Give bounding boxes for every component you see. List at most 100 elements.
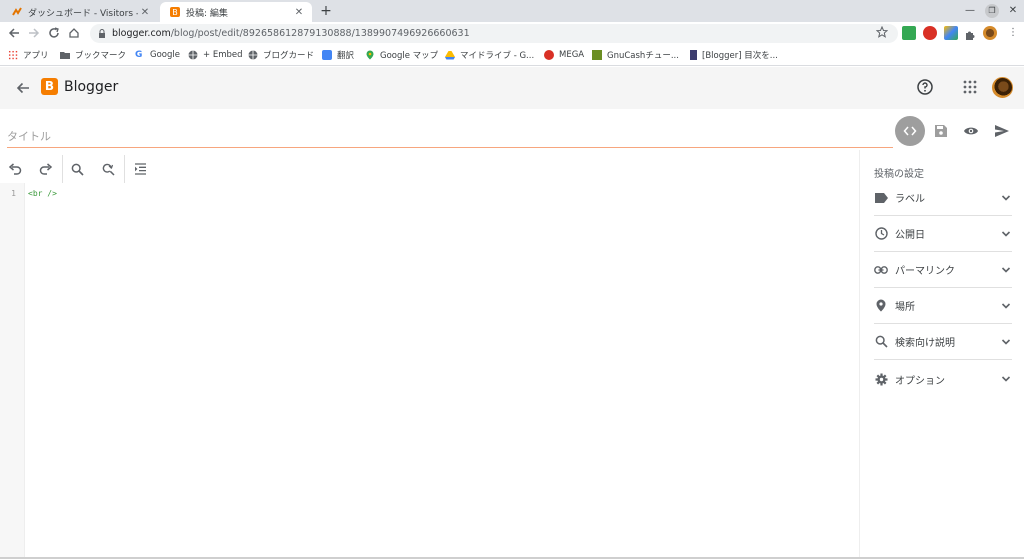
bookmark-embed[interactable]: + Embed (188, 48, 243, 62)
bookmark-gnucash[interactable]: GnuCashチュー... (592, 48, 679, 62)
forward-icon[interactable] (26, 25, 42, 41)
preview-button[interactable] (962, 122, 980, 140)
home-icon[interactable] (66, 25, 82, 41)
close-icon[interactable]: ✕ (292, 7, 306, 18)
bookmark-star-icon[interactable] (876, 26, 888, 38)
bookmark-apps[interactable]: アプリ (8, 48, 49, 62)
bookmark-folder[interactable]: ブックマーク (60, 48, 126, 62)
html-code-editor[interactable]: <br /> (28, 189, 57, 198)
url-host: blogger.com (112, 28, 171, 39)
bookmark-label: MEGA (559, 50, 585, 60)
globe-icon (188, 50, 198, 60)
toolbar-divider (124, 155, 125, 183)
minimize-icon[interactable]: — (960, 2, 980, 20)
translate-icon (322, 50, 332, 60)
checkmark-extension-icon[interactable] (902, 26, 916, 40)
undo-icon (8, 163, 22, 175)
bookmark-blogger-toc[interactable]: [Blogger] 目次を... (690, 48, 778, 62)
restore-icon[interactable]: ❐ (982, 2, 1002, 20)
help-icon[interactable] (916, 78, 934, 96)
bookmark-drive[interactable]: マイドライブ - G... (445, 48, 534, 62)
apps-grid-icon[interactable] (963, 80, 977, 94)
bookmark-maps[interactable]: Google マップ (365, 48, 438, 62)
link-icon (874, 263, 888, 277)
sidebar-item-publish-date[interactable]: 公開日 (874, 216, 1012, 252)
indent-icon (134, 163, 146, 175)
chevron-down-icon (1001, 338, 1011, 345)
sidebar-item-search-description[interactable]: 検索向け説明 (874, 324, 1012, 360)
globe-icon (248, 50, 258, 60)
lock-icon (99, 29, 105, 38)
post-settings-sidebar: 投稿の設定 ラベル 公開日 パーマリンク 場所 検索向け説明 オプション (859, 150, 1024, 559)
bookmark-google[interactable]: G Google (135, 48, 180, 62)
drive-extension-icon[interactable] (944, 26, 958, 40)
bookmark-translate[interactable]: 翻訳 (322, 48, 354, 62)
drive-icon (445, 51, 455, 60)
bookmark-label: GnuCashチュー... (607, 51, 679, 61)
label-icon (874, 191, 888, 205)
post-title-input[interactable] (7, 126, 893, 148)
chevron-down-icon (1001, 194, 1011, 201)
close-icon[interactable]: ✕ (138, 7, 152, 18)
mega-extension-icon[interactable] (923, 26, 937, 40)
menu-dots-icon[interactable]: ⋮ (1006, 26, 1020, 40)
bookmark-label: ブックマーク (75, 51, 127, 61)
apps-grid-icon (8, 50, 18, 60)
reload-icon[interactable] (46, 25, 62, 41)
gear-icon (874, 372, 888, 386)
new-tab-button[interactable]: + (318, 2, 334, 20)
search-icon (71, 163, 84, 176)
publish-button[interactable] (993, 122, 1011, 140)
sidebar-item-label: ラベル (895, 194, 925, 205)
gnucash-icon (592, 50, 602, 60)
save-button[interactable] (932, 122, 950, 140)
folder-icon (60, 52, 70, 59)
sidebar-item-label: パーマリンク (895, 266, 955, 277)
bookmark-mega[interactable]: MEGA (544, 48, 584, 62)
line-number-gutter: 1 (0, 183, 25, 559)
bookmark-label: + Embed (203, 50, 243, 60)
address-bar[interactable]: blogger.com/blog/post/edit/8926586128791… (90, 24, 898, 43)
tab-post-edit[interactable]: B 投稿: 編集 ✕ (160, 2, 312, 22)
puzzle-icon[interactable] (964, 26, 978, 40)
mega-icon (544, 50, 554, 60)
redo-icon (39, 163, 53, 175)
google-icon: G (135, 50, 143, 60)
html-view-toggle[interactable] (895, 116, 925, 146)
sidebar-item-location[interactable]: 場所 (874, 288, 1012, 324)
url-path: /blog/post/edit/8926586128791308​88/1389… (170, 28, 470, 39)
sidebar-item-labels[interactable]: ラベル (874, 180, 1012, 216)
app-brand: Blogger (64, 79, 119, 95)
tab-dashboard[interactable]: ダッシュボード - Visitors - Vis ✕ (2, 2, 158, 22)
avatar[interactable] (992, 77, 1013, 98)
format-indent-button[interactable] (131, 160, 149, 178)
sidebar-heading: 投稿の設定 (874, 169, 924, 180)
close-window-icon[interactable]: ✕ (1003, 2, 1023, 20)
search-button[interactable] (68, 160, 86, 178)
browser-toolbar: blogger.com/blog/post/edit/8926586128791… (0, 22, 1024, 44)
back-icon[interactable] (6, 25, 22, 41)
bookmark-blogcard[interactable]: ブログカード (248, 48, 314, 62)
maps-pin-icon (366, 50, 374, 60)
sidebar-item-permalink[interactable]: パーマリンク (874, 252, 1012, 288)
sidebar-item-label: 公開日 (895, 230, 925, 241)
blogger-bookmark-icon (690, 50, 697, 60)
tab-title: 投稿: 編集 (186, 8, 228, 19)
undo-button[interactable] (6, 160, 24, 178)
svg-text:B: B (172, 8, 178, 17)
save-icon (935, 125, 947, 137)
bookmark-label: Google マップ (380, 51, 439, 61)
sidebar-item-label: オプション (895, 375, 945, 387)
back-arrow-icon[interactable] (14, 79, 32, 97)
redo-button[interactable] (37, 160, 55, 178)
sidebar-item-options[interactable]: オプション (874, 361, 1012, 397)
chevron-down-icon (1001, 302, 1011, 309)
sidebar-item-label: 場所 (895, 302, 915, 313)
bookmark-label: アプリ (23, 51, 49, 61)
bookmarks-bar: アプリ ブックマーク G Google + Embed ブログカード 翻訳 Go… (0, 44, 1024, 66)
profile-avatar[interactable] (983, 26, 997, 40)
bookmark-label: マイドライブ - G... (460, 51, 535, 61)
replace-button[interactable] (99, 160, 117, 178)
send-icon (995, 125, 1009, 137)
blogger-logo[interactable]: B (41, 78, 58, 95)
